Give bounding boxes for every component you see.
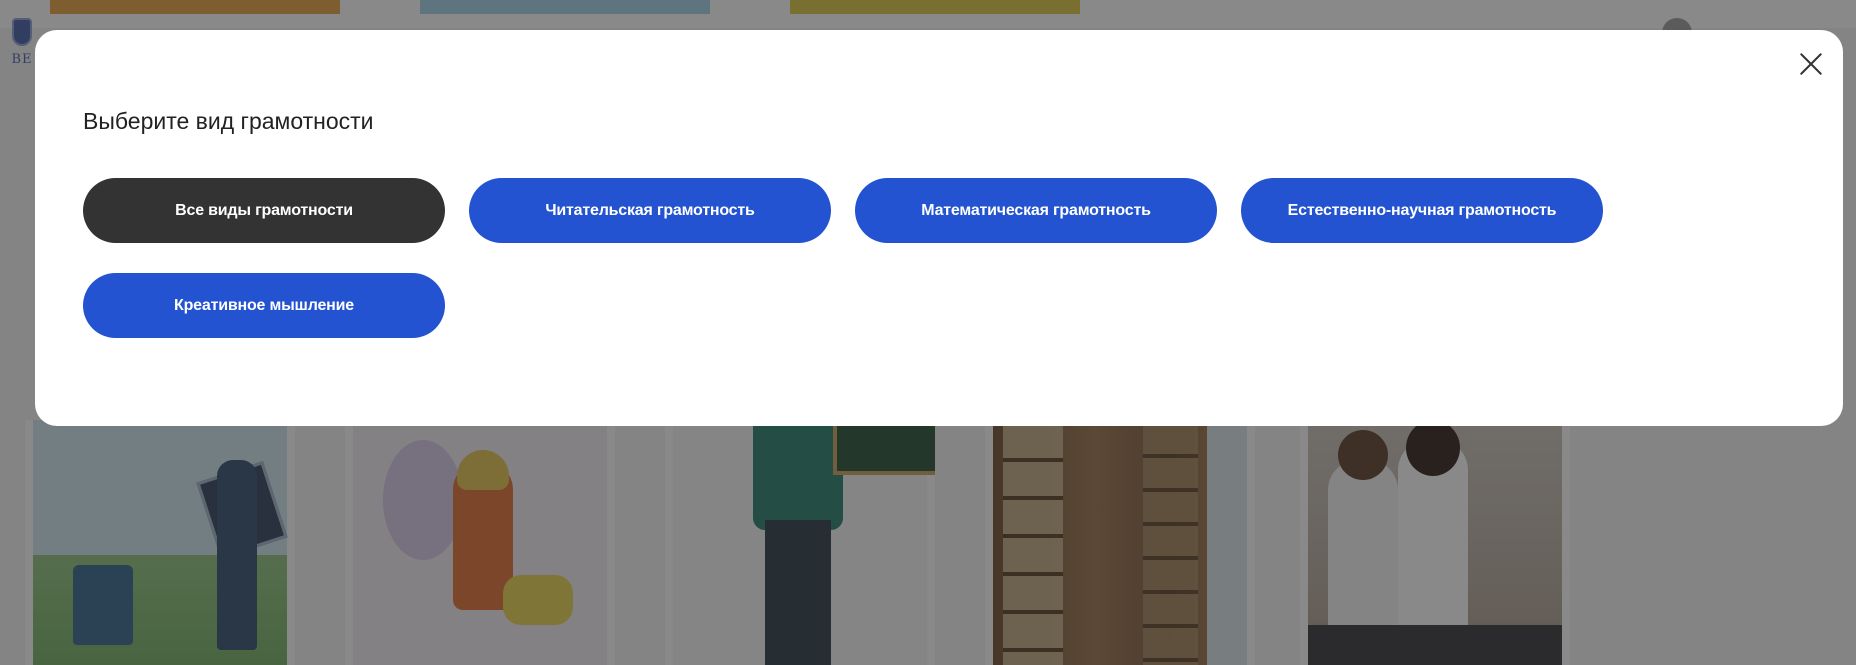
screen: ВЕ (0, 0, 1856, 665)
filter-all-literacy[interactable]: Все виды грамотности (83, 178, 445, 243)
filter-reading-literacy[interactable]: Читательская грамотность (469, 178, 831, 243)
filter-creative-thinking[interactable]: Креативное мышление (83, 273, 445, 338)
literacy-filter-group: Все виды грамотности Читательская грамот… (83, 178, 1683, 338)
close-button[interactable] (1791, 44, 1831, 84)
filter-math-literacy[interactable]: Математическая грамотность (855, 178, 1217, 243)
close-icon (1800, 53, 1822, 75)
filter-science-literacy[interactable]: Естественно-научная грамотность (1241, 178, 1603, 243)
literacy-type-modal: Выберите вид грамотности Все виды грамот… (35, 30, 1843, 426)
modal-title: Выберите вид грамотности (83, 108, 374, 134)
